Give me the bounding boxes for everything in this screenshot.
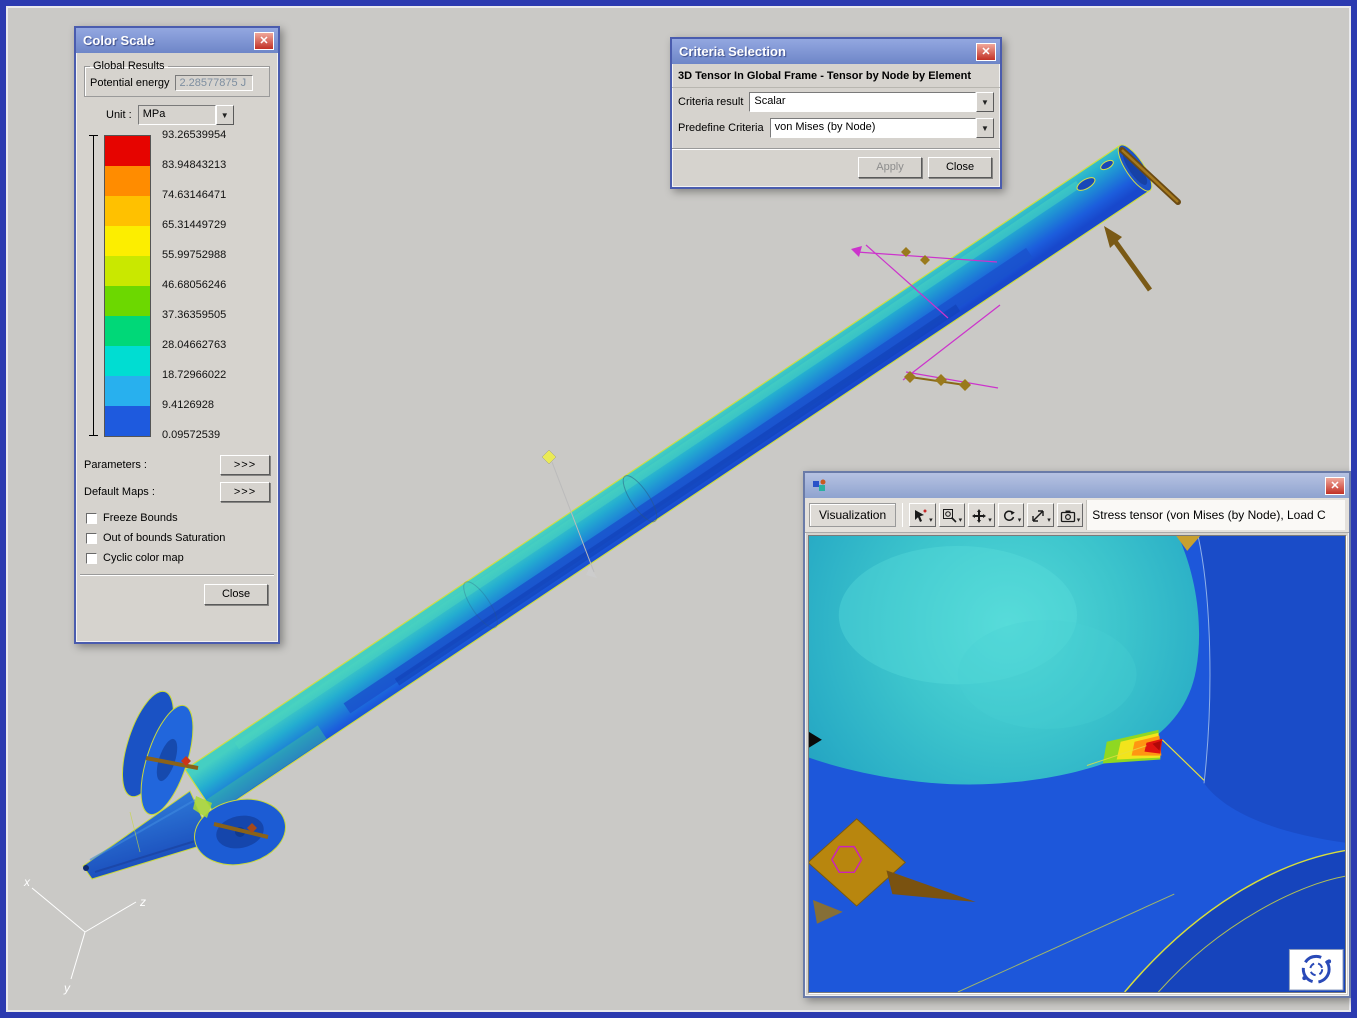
default-maps-label: Default Maps : <box>84 486 155 498</box>
unit-label: Unit : <box>106 109 132 121</box>
result-status-text: Stress tensor (von Mises (by Node), Load… <box>1086 500 1345 530</box>
fit-view-icon[interactable]: ▾ <box>1027 503 1054 527</box>
dialog-title: Criteria Selection <box>679 44 976 59</box>
checkbox-row[interactable]: Freeze Bounds <box>86 512 270 524</box>
close-button[interactable]: Close <box>928 157 992 178</box>
zoom-view-scene <box>809 536 1345 992</box>
chevron-down-icon[interactable]: ▾ <box>1018 517 1022 524</box>
snapshot-icon[interactable]: ▾ <box>1057 503 1084 527</box>
divider <box>902 503 903 527</box>
axis-x-label: x <box>23 875 31 889</box>
close-icon[interactable]: ✕ <box>1325 477 1345 495</box>
scale-label: 55.99752988 <box>162 249 226 261</box>
axis-z-label: z <box>139 895 146 909</box>
scale-band <box>105 286 150 316</box>
axis-y-label: y <box>63 981 71 995</box>
checkbox[interactable] <box>86 553 97 564</box>
zoom-area-icon[interactable]: ▾ <box>939 503 966 527</box>
rotate-tool-icon[interactable]: ▾ <box>998 503 1025 527</box>
window-icon <box>812 478 828 494</box>
visualization-toolbar: Visualization ▾ ▾ ▾ ▾ ▾ <box>805 498 1349 533</box>
scale-label: 65.31449729 <box>162 219 226 231</box>
criteria-titlebar[interactable]: Criteria Selection ✕ <box>672 39 1000 64</box>
parameters-button[interactable]: >>> <box>220 455 270 475</box>
scale-band <box>105 136 150 166</box>
scale-band <box>105 196 150 226</box>
criteria-selection-dialog: Criteria Selection ✕ 3D Tensor In Global… <box>670 37 1002 189</box>
global-results-group: Global Results Potential energy 2.285778… <box>84 60 270 97</box>
scale-band <box>105 256 150 286</box>
scale-label: 18.72966022 <box>162 369 226 381</box>
dialog-title: Color Scale <box>83 33 254 48</box>
app-logo <box>1289 949 1343 990</box>
checkbox-row[interactable]: Cyclic color map <box>86 552 270 564</box>
pan-tool-icon[interactable]: ▾ <box>968 503 995 527</box>
criteria-result-combobox[interactable]: Scalar ▼ <box>749 92 994 112</box>
scale-band <box>105 376 150 406</box>
application-window: x z y Color Scale ✕ Global Results Poten… <box>0 0 1357 1018</box>
scale-band <box>105 346 150 376</box>
chevron-down-icon[interactable]: ▾ <box>929 517 933 524</box>
scale-labels: 93.2653995483.9484321374.6314647165.3144… <box>162 135 272 441</box>
apply-button[interactable]: Apply <box>858 157 922 178</box>
scale-label: 9.4126928 <box>162 399 214 411</box>
scale-label: 37.36359505 <box>162 309 226 321</box>
zoom-viewport[interactable] <box>808 535 1346 993</box>
predefine-criteria-label: Predefine Criteria <box>678 122 764 134</box>
scale-label: 0.09572539 <box>162 429 220 441</box>
scale-label: 46.68056246 <box>162 279 226 291</box>
chevron-down-icon[interactable]: ▾ <box>1077 517 1081 524</box>
chevron-down-icon[interactable]: ▼ <box>976 92 994 112</box>
checkbox-list: Freeze Bounds Out of bounds Saturation Cyc… <box>86 512 270 564</box>
chevron-down-icon[interactable]: ▾ <box>988 517 992 524</box>
unit-combobox[interactable]: MPa ▼ <box>138 105 234 125</box>
chevron-down-icon[interactable]: ▼ <box>976 118 994 138</box>
close-icon[interactable]: ✕ <box>976 43 996 61</box>
divider <box>80 574 274 576</box>
group-label: Global Results <box>90 60 168 72</box>
parameters-label: Parameters : <box>84 459 147 471</box>
scale-band <box>105 316 150 346</box>
color-scale-titlebar[interactable]: Color Scale ✕ <box>76 28 278 53</box>
checkbox-label: Cyclic color map <box>103 552 184 564</box>
scale-label: 83.94843213 <box>162 159 226 171</box>
scale-band <box>105 166 150 196</box>
close-button[interactable]: Close <box>204 584 268 605</box>
color-scale-bar <box>104 135 151 437</box>
scale-label: 93.26539954 <box>162 129 226 141</box>
checkbox[interactable] <box>86 533 97 544</box>
coordinate-triad: x z y <box>23 875 146 995</box>
visualization-window: ✕ Visualization ▾ ▾ ▾ ▾ ▾ <box>803 471 1351 998</box>
potential-energy-label: Potential energy <box>90 77 170 89</box>
criteria-result-label: Criteria result <box>678 96 743 108</box>
predefine-criteria-value: von Mises (by Node) <box>770 118 976 138</box>
unit-value: MPa <box>138 105 216 125</box>
scale-band <box>105 226 150 256</box>
visualization-titlebar[interactable]: ✕ <box>805 473 1349 498</box>
default-maps-button[interactable]: >>> <box>220 482 270 502</box>
predefine-criteria-combobox[interactable]: von Mises (by Node) ▼ <box>770 118 994 138</box>
edit-tool-icon[interactable]: ▾ <box>909 503 936 527</box>
chevron-down-icon[interactable]: ▾ <box>959 517 963 524</box>
scale-band <box>105 406 150 436</box>
color-scale-widget: 93.2653995483.9484321374.6314647165.3144… <box>84 135 270 441</box>
potential-energy-value: 2.28577875 J <box>175 75 253 91</box>
color-scale-dialog: Color Scale ✕ Global Results Potential e… <box>74 26 280 644</box>
scale-label: 28.04662763 <box>162 339 226 351</box>
scale-axis <box>89 135 98 436</box>
checkbox-label: Freeze Bounds <box>103 512 178 524</box>
tab-visualization[interactable]: Visualization <box>809 503 896 527</box>
checkbox[interactable] <box>86 513 97 524</box>
close-icon[interactable]: ✕ <box>254 32 274 50</box>
chevron-down-icon[interactable]: ▼ <box>216 105 234 125</box>
criteria-header: 3D Tensor In Global Frame - Tensor by No… <box>672 64 1000 88</box>
criteria-result-value: Scalar <box>749 92 976 112</box>
scale-label: 74.63146471 <box>162 189 226 201</box>
checkbox-row[interactable]: Out of bounds Saturation <box>86 532 270 544</box>
checkbox-label: Out of bounds Saturation <box>103 532 225 544</box>
chevron-down-icon[interactable]: ▾ <box>1047 517 1051 524</box>
